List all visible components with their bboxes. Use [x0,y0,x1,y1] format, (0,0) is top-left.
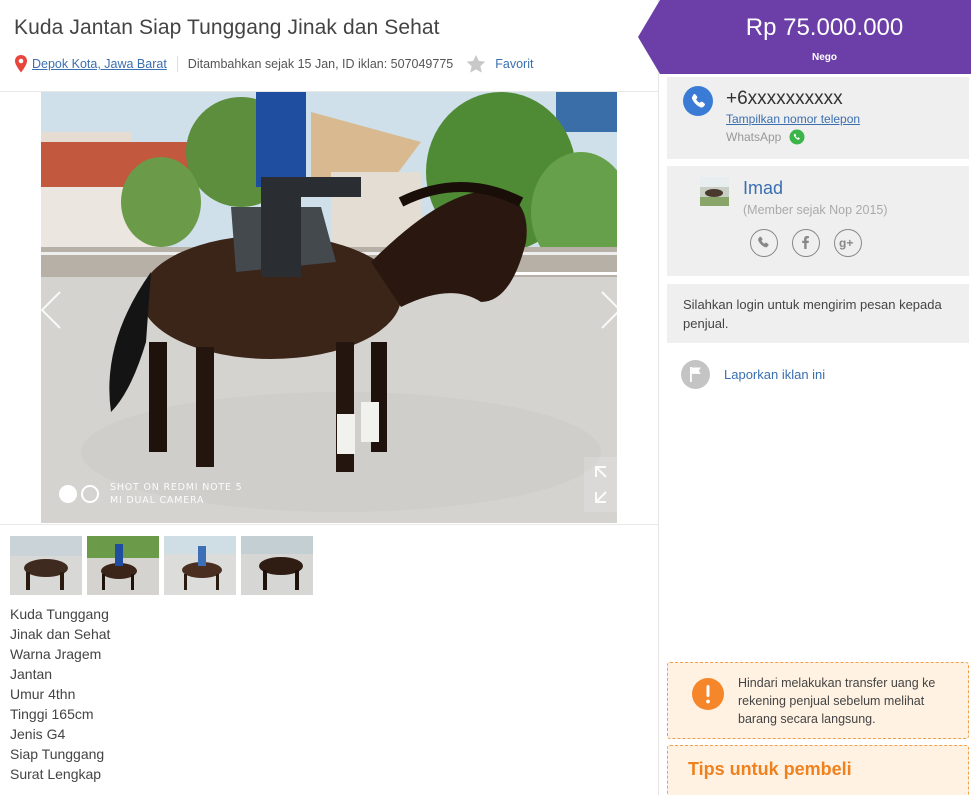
seller-member-since: (Member sejak Nop 2015) [743,203,888,217]
fullscreen-icon[interactable] [584,457,642,512]
description-line: Tinggi 165cm [10,706,94,722]
divider [176,56,178,72]
description-line: Warna Jragem [10,646,102,662]
listing-description: Kuda Tunggang Jinak dan Sehat Warna Jrag… [10,604,110,784]
thumbnail-strip [10,536,313,595]
photo-watermark: SHOT ON REDMI NOTE 5 MI DUAL CAMERA [110,482,243,506]
login-message: Silahkan login untuk mengirim pesan kepa… [683,297,942,331]
description-line: Jantan [10,666,53,682]
exclamation-icon [692,678,724,710]
description-line: Jenis G4 [10,726,66,742]
photo-pagination [59,485,99,503]
thumbnail[interactable] [241,536,313,595]
tips-title: Tips untuk pembeli [688,759,852,779]
phone-circle-icon[interactable] [750,229,778,257]
listing-main: Kuda Jantan Siap Tunggang Jinak dan Seha… [0,0,659,795]
whatsapp-label: WhatsApp [726,130,782,144]
show-phone-link[interactable]: Tampilkan nomor telepon [726,112,860,126]
facebook-icon[interactable] [792,229,820,257]
report-label: Laporkan iklan ini [724,367,826,382]
price-negotiable-badge: Nego [812,52,837,63]
report-listing-button[interactable]: Laporkan iklan ini [681,360,825,389]
description-line: Surat Lengkap [10,766,102,782]
safety-warning: Hindari melakukan transfer uang ke reken… [667,662,969,739]
contact-panel: +6xxxxxxxxxx Tampilkan nomor telepon Wha… [667,77,969,159]
buyer-tips: Tips untuk pembeli [667,745,969,795]
main-photo[interactable] [41,92,617,523]
description-line: Kuda Tunggang [10,606,109,622]
svg-text:g+: g+ [839,236,853,250]
location-link[interactable]: Depok Kota, Jawa Barat [32,57,167,71]
login-prompt-panel: Silahkan login untuk mengirim pesan kepa… [667,284,969,343]
description-line: Jinak dan Sehat [10,626,111,642]
thumbnail[interactable] [10,536,82,595]
phone-icon [683,86,713,116]
pagination-dot[interactable] [81,485,99,503]
listing-title: Kuda Jantan Siap Tunggang Jinak dan Seha… [14,16,440,39]
seller-name[interactable]: Imad [743,178,783,199]
pagination-dot[interactable] [59,485,77,503]
avatar[interactable] [700,177,729,206]
price: Rp 75.000.000 [745,14,904,41]
star-icon[interactable] [465,53,487,75]
description-line: Umur 4thn [10,686,76,702]
description-line: Siap Tunggang [10,746,105,762]
warning-text: Hindari melakukan transfer uang ke reken… [738,676,936,726]
price-banner: Rp 75.000.000 Nego [638,0,971,74]
thumbnail[interactable] [87,536,159,595]
listing-added-meta: Ditambahkan sejak 15 Jan, ID iklan: 5070… [187,57,454,71]
chevron-left-icon[interactable] [38,290,64,330]
location-pin-icon [15,55,27,73]
chevron-right-icon[interactable] [598,290,624,330]
divider [0,524,659,525]
favorite-button[interactable]: Favorit [495,57,533,71]
whatsapp-icon[interactable] [789,129,805,145]
flag-icon [681,360,710,389]
seller-panel: Imad (Member sejak Nop 2015) g+ [667,166,969,276]
google-plus-icon[interactable]: g+ [834,229,862,257]
listing-meta: Depok Kota, Jawa Barat Ditambahkan sejak… [14,52,533,76]
thumbnail[interactable] [164,536,236,595]
phone-number: +6xxxxxxxxxx [726,88,843,109]
